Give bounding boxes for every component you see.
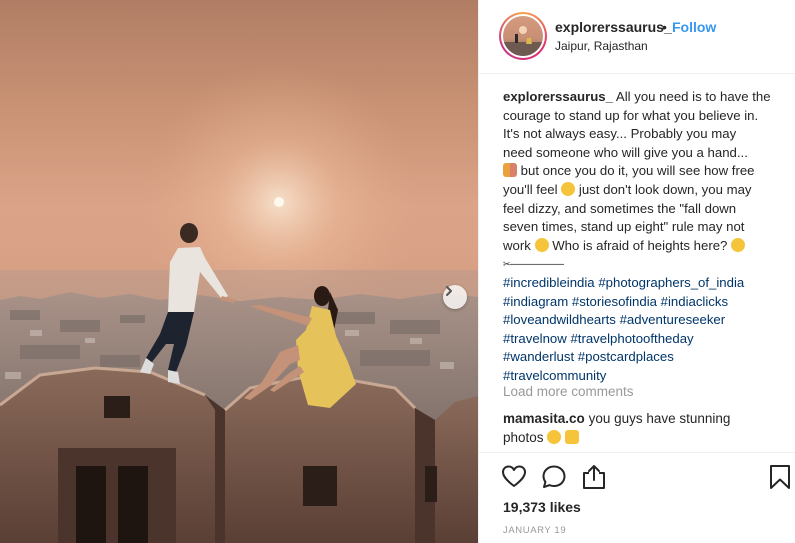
comment-item: mamasita.co you guys have stunning photo… bbox=[503, 410, 783, 447]
hashtag-link[interactable]: #indiagram bbox=[503, 294, 568, 309]
post-date: JANUARY 19 bbox=[503, 525, 567, 536]
grinning-sweat-emoji-icon bbox=[534, 237, 549, 252]
caption-text: feel dizzy, and sometimes the "fall down bbox=[503, 200, 737, 216]
post-photo[interactable] bbox=[0, 0, 478, 543]
caption-text: All you need is to have the bbox=[615, 89, 771, 104]
caption-username[interactable]: explorerssaurus_ bbox=[503, 89, 613, 104]
caption-text: but once you do it, you will see how fre… bbox=[520, 163, 755, 179]
hashtag-link[interactable]: #wanderlust bbox=[503, 349, 574, 364]
header-username[interactable]: explorerssaurus_ bbox=[555, 19, 672, 35]
share-icon[interactable] bbox=[581, 464, 607, 490]
caption-divider: ✂--------------------------- bbox=[503, 259, 564, 270]
photo-scene bbox=[0, 62, 478, 543]
load-more-comments-button[interactable]: Load more comments bbox=[503, 384, 634, 399]
caption-text: you'll feel bbox=[503, 181, 558, 197]
post-header: explorerssaurus_ • Follow Jaipur, Rajast… bbox=[479, 0, 795, 74]
comment-username[interactable]: mamasita.co bbox=[503, 411, 585, 426]
caption-text: just don't look down, you may bbox=[578, 181, 752, 197]
hashtag-link[interactable]: #indiaclicks bbox=[661, 294, 728, 309]
chevron-right-icon bbox=[446, 286, 452, 296]
caption-text: work bbox=[503, 237, 531, 253]
hashtag-link[interactable]: #incredibleindia bbox=[503, 275, 595, 290]
hashtag-link[interactable]: #travelphotooftheday bbox=[570, 331, 693, 346]
post-actions: 19,373 likes JANUARY 19 bbox=[479, 452, 795, 543]
avatar[interactable] bbox=[499, 12, 547, 60]
rolling-eyes-emoji-icon bbox=[731, 237, 746, 252]
comment-icon[interactable] bbox=[541, 464, 567, 490]
hashtag-link[interactable]: #travelnow bbox=[503, 331, 567, 346]
comment-text: you guys have stunning bbox=[588, 411, 731, 426]
post-caption: explorerssaurus_ All you need is to have… bbox=[503, 88, 785, 386]
likes-count[interactable]: 19,373 likes bbox=[503, 499, 581, 515]
bookmark-icon[interactable] bbox=[767, 464, 793, 490]
caption-text: seven times, stand up eight" rule may no… bbox=[503, 219, 745, 235]
follow-button[interactable]: Follow bbox=[672, 19, 716, 35]
hashtag-link[interactable]: #adventureseeker bbox=[620, 312, 726, 327]
caption-text: Who is afraid of heights here? bbox=[552, 237, 728, 253]
hashtag-link[interactable]: #photographers_of_india bbox=[598, 275, 744, 290]
couple-emoji-icon bbox=[503, 163, 517, 178]
hashtag-link[interactable]: #travelcommunity bbox=[503, 368, 606, 383]
comment-text: photos bbox=[503, 429, 544, 445]
clapping-hands-emoji-icon bbox=[565, 429, 580, 444]
caption-text: courage to stand up for what you believe… bbox=[503, 107, 759, 123]
avatar-image bbox=[503, 26, 543, 56]
hashtag-link[interactable]: #postcardplaces bbox=[578, 349, 674, 364]
yellow-heart-emoji-icon bbox=[561, 181, 576, 196]
location-link[interactable]: Jaipur, Rajasthan bbox=[555, 39, 648, 53]
header-separator: • bbox=[662, 19, 667, 35]
caption-text: It's not always easy... Probably you may bbox=[503, 126, 737, 142]
hashtag-link[interactable]: #storiesofindia bbox=[572, 294, 657, 309]
heart-icon[interactable] bbox=[501, 464, 527, 490]
caption-text: need someone who will give you a hand... bbox=[503, 144, 748, 160]
next-photo-button[interactable] bbox=[443, 285, 467, 309]
heart-eyes-emoji-icon bbox=[547, 429, 562, 444]
hashtag-link[interactable]: #loveandwildhearts bbox=[503, 312, 616, 327]
post-side-panel: explorerssaurus_ • Follow Jaipur, Rajast… bbox=[478, 0, 795, 543]
